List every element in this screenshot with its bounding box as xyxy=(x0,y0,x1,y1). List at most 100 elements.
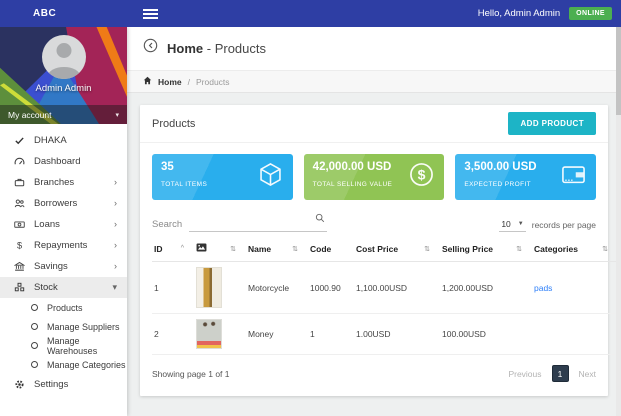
submenu-item-manage-categories[interactable]: Manage Categories xyxy=(0,355,127,374)
sort-icon[interactable]: ⇅ xyxy=(292,245,298,253)
scrollbar-track[interactable] xyxy=(616,27,621,416)
column-header-code[interactable]: Code xyxy=(310,244,352,254)
cell-cost-price: 1,100.00USD xyxy=(354,261,440,314)
sidebar-item-label: Savings xyxy=(34,261,68,272)
sidebar-item-savings[interactable]: Savings › xyxy=(0,256,127,277)
cell-selling-price: 1,200.00USD xyxy=(440,261,532,314)
pagination-next[interactable]: Next xyxy=(579,369,596,379)
topbar-right: Hello, Admin Admin ONLINE xyxy=(478,7,621,20)
column-header-image[interactable]: ⇅ xyxy=(196,243,244,254)
circle-icon xyxy=(31,304,38,311)
sidebar-item-label: Stock xyxy=(34,282,58,293)
sidebar-item-repayments[interactable]: $ Repayments › xyxy=(0,235,127,256)
page-content: Products ADD PRODUCT 35 TOTAL ITEMS 42,0… xyxy=(127,93,621,416)
sidebar-item-label: Borrowers xyxy=(34,198,78,209)
my-account-label: My account xyxy=(8,109,52,120)
sidebar-item-loans[interactable]: Loans › xyxy=(0,214,127,235)
home-icon[interactable] xyxy=(143,76,152,87)
submenu-item-manage-suppliers[interactable]: Manage Suppliers xyxy=(0,317,127,336)
chevron-right-icon: › xyxy=(114,198,117,208)
chevron-right-icon: › xyxy=(114,219,117,229)
online-status-badge[interactable]: ONLINE xyxy=(569,7,612,20)
stat-card-expected-profit: 3,500.00 USD EXPECTED PROFIT xyxy=(455,154,597,200)
column-header-categories[interactable]: Categories ⇅ xyxy=(534,244,616,254)
column-header-selling-price[interactable]: Selling Price ⇅ xyxy=(442,244,530,254)
table-footer: Showing page 1 of 1 Previous 1 Next xyxy=(140,355,608,396)
topbar: ABC Hello, Admin Admin ONLINE xyxy=(0,0,621,27)
submenu-item-label: Products xyxy=(47,302,83,313)
sort-icon[interactable]: ⇅ xyxy=(516,245,522,253)
briefcase-icon xyxy=(13,177,25,189)
circle-icon xyxy=(31,342,38,349)
scrollbar-thumb[interactable] xyxy=(616,27,621,115)
cell-cost-price: 1.00USD xyxy=(354,313,440,355)
user-greeting[interactable]: Hello, Admin Admin xyxy=(478,8,560,19)
hamburger-menu-icon[interactable] xyxy=(143,8,158,19)
search-wrap: Search xyxy=(152,213,328,232)
sidebar-item-label: Repayments xyxy=(34,240,88,251)
product-thumbnail[interactable] xyxy=(196,319,222,349)
sort-icon[interactable]: ⇅ xyxy=(424,245,430,253)
cell-selling-price: 100.00USD xyxy=(440,313,532,355)
table-row: 1 Motorcycle 1000.90 1,100.00USD 1,200.0… xyxy=(152,261,621,314)
submenu-item-manage-warehouses[interactable]: Manage Warehouses xyxy=(0,336,127,356)
page-title-primary: Home xyxy=(167,40,204,56)
brand-logo[interactable]: ABC xyxy=(0,8,127,19)
sidebar-item-borrowers[interactable]: Borrowers › xyxy=(0,193,127,214)
svg-text:$: $ xyxy=(418,166,426,182)
search-input[interactable] xyxy=(189,216,328,232)
circle-icon xyxy=(31,361,38,368)
wallet-icon xyxy=(560,161,587,193)
submenu-item-label: Manage Categories xyxy=(47,359,126,370)
breadcrumb-home-link[interactable]: Home xyxy=(158,77,182,87)
my-account-toggle[interactable]: My account ▾ xyxy=(0,105,127,124)
add-product-button[interactable]: ADD PRODUCT xyxy=(508,112,596,135)
column-header-name[interactable]: Name ⇅ xyxy=(248,244,306,254)
chevron-right-icon: › xyxy=(114,240,117,250)
submenu-item-label: Manage Suppliers xyxy=(47,321,120,332)
sidebar-item-label: DHAKA xyxy=(34,135,67,146)
content-header: Home - Products xyxy=(127,27,621,70)
sidebar-item-label: Branches xyxy=(34,177,75,188)
product-thumbnail[interactable] xyxy=(196,267,222,308)
submenu-item-products[interactable]: Products xyxy=(0,298,127,317)
footer-copyright: Copyright © 2019 by ABC xyxy=(140,396,608,416)
back-circle-icon[interactable] xyxy=(143,38,158,58)
sidebar-item-dashboard[interactable]: Dashboard xyxy=(0,151,127,172)
stat-cards: 35 TOTAL ITEMS 42,000.00 USD TOTAL SELLI… xyxy=(140,143,608,203)
money-icon xyxy=(13,219,25,231)
records-per-page: 10 ▼ records per page xyxy=(499,218,596,232)
category-link[interactable]: pads xyxy=(534,283,552,293)
sidebar: Admin Admin My account ▾ DHAKA Dashboard xyxy=(0,27,127,416)
pagination-previous[interactable]: Previous xyxy=(508,369,541,379)
cell-name: Motorcycle xyxy=(246,261,308,314)
image-icon xyxy=(196,243,207,254)
pagination-page-1[interactable]: 1 xyxy=(551,365,569,382)
cell-name: Money xyxy=(246,313,308,355)
dollar-circle-icon: $ xyxy=(408,161,435,193)
sidebar-menu: DHAKA Dashboard Branches › Borrowers › L… xyxy=(0,124,127,395)
sidebar-item-branches[interactable]: Branches › xyxy=(0,172,127,193)
sort-icon[interactable]: ⇅ xyxy=(230,245,236,253)
panel-title: Products xyxy=(152,117,196,130)
profile-name: Admin Admin xyxy=(35,83,92,94)
records-per-page-select[interactable]: 10 ▼ xyxy=(499,218,526,232)
dollar-icon: $ xyxy=(13,240,25,252)
records-per-page-suffix: records per page xyxy=(531,220,596,230)
chevron-down-icon: ▾ xyxy=(112,282,117,292)
sort-asc-icon[interactable]: ^ xyxy=(181,245,184,252)
caret-down-icon: ▼ xyxy=(517,221,524,227)
sort-icon[interactable]: ⇅ xyxy=(602,245,608,253)
column-header-cost-price[interactable]: Cost Price ⇅ xyxy=(356,244,438,254)
column-header-id[interactable]: ID ^ xyxy=(154,244,192,254)
pagination-summary: Showing page 1 of 1 xyxy=(152,368,230,379)
page-title-secondary: - Products xyxy=(206,40,266,56)
table-header-row: ID ^ ⇅ Name ⇅ Code Cost Price ⇅ Selling Pri… xyxy=(152,236,621,262)
sidebar-item-dhaka[interactable]: DHAKA xyxy=(0,130,127,151)
sidebar-item-label: Dashboard xyxy=(34,156,81,167)
sidebar-item-stock[interactable]: Stock ▾ xyxy=(0,277,127,298)
sidebar-item-settings[interactable]: Settings xyxy=(0,374,127,395)
app-window: ABC Hello, Admin Admin ONLINE Admin Admi… xyxy=(0,0,621,416)
page-title: Home - Products xyxy=(167,41,266,56)
search-label: Search xyxy=(152,219,183,230)
